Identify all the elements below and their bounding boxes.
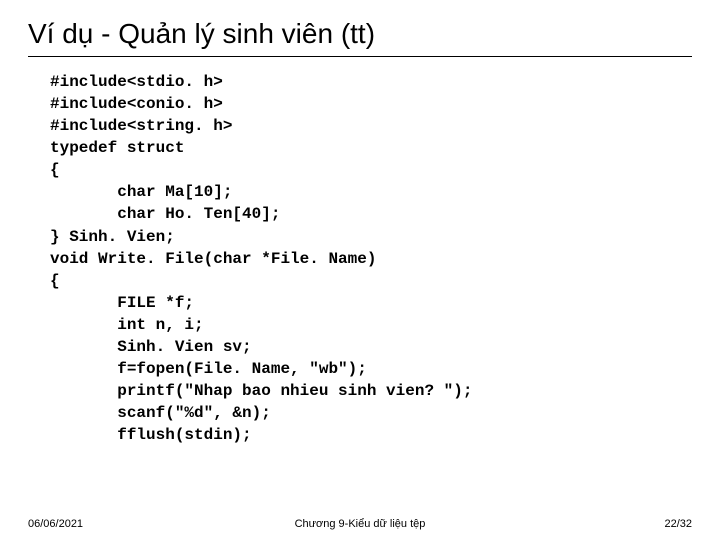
footer-chapter: Chương 9-Kiểu dữ liệu tệp bbox=[295, 518, 426, 530]
footer: 06/06/2021 Chương 9-Kiểu dữ liệu tệp 22/… bbox=[0, 518, 720, 530]
slide: Ví dụ - Quản lý sinh viên (tt) #include<… bbox=[0, 0, 720, 540]
footer-date: 06/06/2021 bbox=[28, 518, 83, 530]
slide-title: Ví dụ - Quản lý sinh viên (tt) bbox=[28, 18, 692, 57]
footer-page: 22/32 bbox=[664, 518, 692, 530]
code-block: #include<stdio. h> #include<conio. h> #i… bbox=[28, 71, 692, 446]
